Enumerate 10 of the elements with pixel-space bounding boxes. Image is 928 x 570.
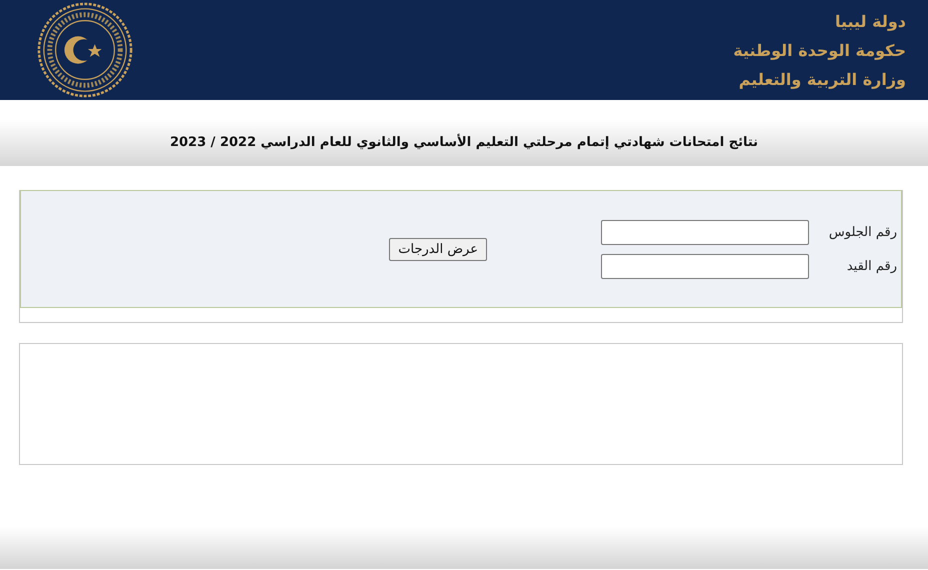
page-title: نتائج امتحانات شهادتي إتمام مرحلتي التعليم الأساسي والثانوي للعام الدراسي 2022 / 2023 xyxy=(170,134,758,150)
field-label: رقم الجلوس xyxy=(828,224,897,240)
show-grades-button[interactable]: عرض الدرجات xyxy=(389,238,487,260)
input-field[interactable] xyxy=(601,220,809,244)
field-label: رقم القيد xyxy=(846,258,897,274)
input-field[interactable] xyxy=(601,254,809,278)
emblem-icon xyxy=(36,1,134,99)
header-text: وزارة التربية والتعليم xyxy=(738,70,906,90)
header-text: دولة ليبيا xyxy=(834,12,906,32)
header-text: حكومة الوحدة الوطنية xyxy=(733,41,906,61)
